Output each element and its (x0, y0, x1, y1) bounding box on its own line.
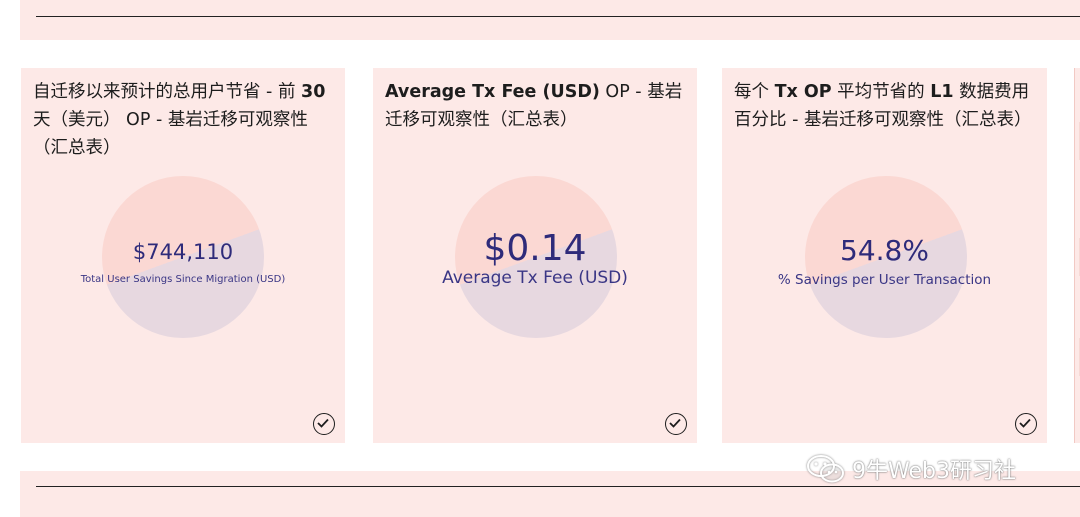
card-title: Average Tx Fee (USD) OP - 基岩迁移可观察性（汇总表） (385, 82, 683, 130)
total-user-savings-card[interactable]: 自迁移以来预计的总用户节省 - 前 30 天（美元） OP - 基岩迁移可观察性… (21, 68, 345, 443)
metric-value: $744,110 (132, 240, 234, 264)
wechat-icon (807, 455, 844, 483)
metric-value: $0.14 (483, 228, 587, 269)
watermark: 9牛Web3研习社 (806, 452, 1016, 486)
metric-label: % Savings per User Transaction (777, 272, 992, 288)
metric-value: 54.8% (840, 234, 929, 267)
check-circle-icon[interactable] (1015, 413, 1037, 435)
average-tx-fee-card[interactable]: Average Tx Fee (USD) OP - 基岩迁移可观察性（汇总表） … (373, 68, 697, 443)
card-title: 每个 Tx OP 平均节省的 L1 数据费用百分比 - 基岩迁移可观察性（汇总表… (734, 82, 1032, 130)
card-title: 自迁移以来预计的总用户节省 - 前 30 天（美元） OP - 基岩迁移可观察性… (33, 82, 326, 158)
check-circle-icon[interactable] (313, 413, 335, 435)
partial-table-card[interactable] (1074, 68, 1080, 443)
metric-label: Total User Savings Since Migration (USD) (80, 274, 286, 285)
savings-percent-card[interactable]: 每个 Tx OP 平均节省的 L1 数据费用百分比 - 基岩迁移可观察性（汇总表… (722, 68, 1047, 443)
divider-line (36, 486, 1080, 487)
check-circle-icon[interactable] (665, 413, 687, 435)
top-section-band (20, 0, 1080, 40)
watermark-text: 9牛Web3研习社 (852, 459, 1016, 484)
metric-label: Average Tx Fee (USD) (442, 268, 628, 288)
divider-line (36, 16, 1080, 17)
